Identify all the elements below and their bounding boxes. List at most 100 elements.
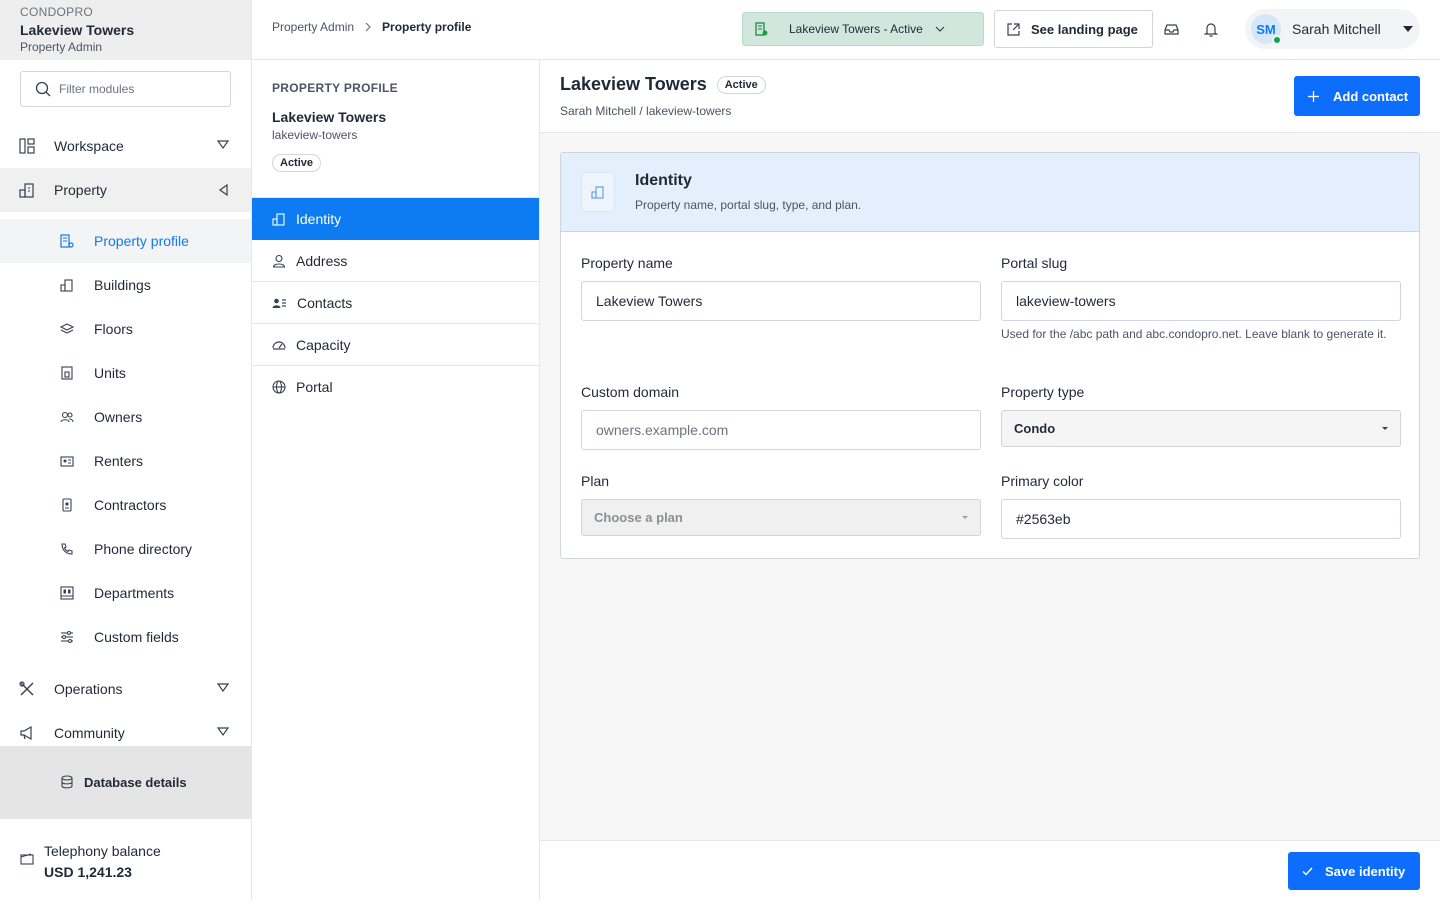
phone-icon xyxy=(60,542,74,556)
sidebar-item-property-profile[interactable]: Property profile xyxy=(0,219,251,263)
property-type-label: Property type xyxy=(1001,384,1085,400)
custom-domain-label: Custom domain xyxy=(581,384,680,400)
contacts-icon xyxy=(272,296,287,310)
dashboard-icon xyxy=(19,138,35,154)
page-title: Lakeview Towers xyxy=(560,74,707,94)
brand-role: Property Admin xyxy=(20,40,103,54)
card-title: Identity xyxy=(635,172,692,189)
building-cog-icon xyxy=(60,234,74,248)
subnav-item-label: Portal xyxy=(296,379,333,395)
portal-slug-label: Portal slug xyxy=(1001,255,1068,271)
chevron-down-icon xyxy=(935,26,945,32)
subnav-item-label: Contacts xyxy=(297,294,353,311)
filter-modules-input[interactable]: Filter modules xyxy=(20,71,231,107)
caret-down-icon xyxy=(962,516,968,519)
sidebar-item-floors[interactable]: Floors xyxy=(0,307,251,351)
sidebar-group-operations[interactable]: Operations xyxy=(0,667,251,711)
sidebar-item-label: Floors xyxy=(94,321,133,337)
property-switcher[interactable]: Lakeview Towers - Active xyxy=(742,12,984,46)
building-icon xyxy=(272,212,286,226)
property-name-input[interactable]: Lakeview Towers xyxy=(581,281,981,321)
user-name: Sarah Mitchell xyxy=(1292,21,1381,37)
primary-color-label: Primary color xyxy=(1001,473,1084,489)
sidebar-group-property[interactable]: Property xyxy=(0,168,251,212)
subnav-item-address[interactable]: Address xyxy=(252,240,539,282)
wallet-icon xyxy=(20,853,34,900)
tools-icon xyxy=(19,681,35,697)
sidebar-item-label: Owners xyxy=(94,409,143,425)
portal-slug-input[interactable]: lakeview-towers xyxy=(1001,281,1401,321)
user-menu[interactable]: SM Sarah Mitchell xyxy=(1245,9,1420,49)
see-landing-page-label: See landing page xyxy=(1031,21,1138,37)
avatar-initials: SM xyxy=(1256,21,1276,37)
custom-domain-input[interactable]: owners.example.com xyxy=(581,410,981,450)
subnav-property-slug: lakeview-towers xyxy=(272,128,358,142)
portal-slug-help: Used for the /abc path and abc.condopro.… xyxy=(1001,327,1387,341)
sidebar-item-label: Buildings xyxy=(94,277,151,293)
caret-down-icon xyxy=(1382,427,1388,430)
primary-color-input[interactable]: #2563eb xyxy=(1001,499,1401,539)
sliders-icon xyxy=(60,630,74,644)
main-content: Lakeview Towers Active Sarah Mitchell / … xyxy=(540,60,1440,900)
status-badge: Active xyxy=(716,75,766,94)
sidebar-item-buildings[interactable]: Buildings xyxy=(0,263,251,307)
search-icon xyxy=(35,81,51,97)
property-type-value: Condo xyxy=(1014,421,1056,436)
online-status-dot xyxy=(1272,35,1282,45)
sidebar-item-contractors[interactable]: Contractors xyxy=(0,483,251,527)
caret-left-icon xyxy=(219,184,229,196)
sidebar-item-phone-directory[interactable]: Phone directory xyxy=(0,527,251,571)
caret-down-icon xyxy=(1402,25,1414,33)
sidebar-group-label: Community xyxy=(54,725,125,741)
page-subtitle-path: Sarah Mitchell / lakeview-towers xyxy=(560,104,732,118)
sidebar: CONDOPRO Lakeview Towers Property Admin … xyxy=(0,0,252,900)
telephony-balance: Telephony balance USD 1,241.23 xyxy=(0,818,251,900)
subnav-item-capacity[interactable]: Capacity xyxy=(252,324,539,366)
bell-icon[interactable] xyxy=(1204,22,1218,37)
subnav-item-contacts[interactable]: Contacts xyxy=(252,282,539,324)
inbox-icon[interactable] xyxy=(1164,22,1179,36)
identity-card: Identity Property name, portal slug, typ… xyxy=(560,152,1420,559)
profile-subnav: PROPERTY PROFILE Lakeview Towers lakevie… xyxy=(252,60,540,900)
balance-label: Telephony balance xyxy=(44,843,161,859)
save-identity-label: Save identity xyxy=(1325,863,1406,879)
building-icon xyxy=(581,172,615,212)
departments-icon xyxy=(60,586,74,600)
save-identity-button[interactable]: Save identity xyxy=(1288,852,1420,890)
add-contact-label: Add contact xyxy=(1333,88,1409,104)
brand-header: CONDOPRO Lakeview Towers Property Admin xyxy=(0,0,251,60)
filter-placeholder: Filter modules xyxy=(59,82,135,96)
see-landing-page-button[interactable]: See landing page xyxy=(994,10,1153,48)
plan-label: Plan xyxy=(581,473,610,489)
chevron-right-icon xyxy=(364,22,372,32)
app-name: CONDOPRO xyxy=(20,5,94,19)
brand-property-name: Lakeview Towers xyxy=(20,22,135,38)
subnav-header: PROPERTY PROFILE Lakeview Towers lakevie… xyxy=(252,60,539,198)
caret-down-icon xyxy=(217,140,229,150)
subnav-item-identity[interactable]: Identity xyxy=(252,198,539,240)
subnav-item-label: Capacity xyxy=(296,336,351,353)
sidebar-item-departments[interactable]: Departments xyxy=(0,571,251,615)
gauge-icon xyxy=(272,338,286,352)
add-contact-button[interactable]: Add contact xyxy=(1294,76,1420,116)
sidebar-item-custom-fields[interactable]: Custom fields xyxy=(0,615,251,659)
breadcrumb-property-admin[interactable]: Property Admin xyxy=(272,20,354,34)
sidebar-group-workspace[interactable]: Workspace xyxy=(0,124,251,168)
sidebar-item-label: Renters xyxy=(94,453,144,469)
database-details-link[interactable]: Database details xyxy=(0,746,251,818)
sidebar-item-units[interactable]: Units xyxy=(0,351,251,395)
property-type-select[interactable]: Condo xyxy=(1001,410,1401,447)
plan-select[interactable]: Choose a plan xyxy=(581,499,981,536)
sidebar-item-label: Units xyxy=(94,365,126,381)
sidebar-item-renters[interactable]: Renters xyxy=(0,439,251,483)
subnav-item-portal[interactable]: Portal xyxy=(252,366,539,408)
layers-icon xyxy=(60,322,74,336)
door-icon xyxy=(60,366,74,380)
sidebar-item-owners[interactable]: Owners xyxy=(0,395,251,439)
form-footer: Save identity xyxy=(540,840,1440,900)
external-link-icon xyxy=(1006,22,1021,37)
sidebar-item-label: Custom fields xyxy=(94,629,179,645)
breadcrumb-current: Property profile xyxy=(382,20,472,34)
caret-down-icon xyxy=(217,727,229,737)
status-badge: Active xyxy=(272,154,322,172)
